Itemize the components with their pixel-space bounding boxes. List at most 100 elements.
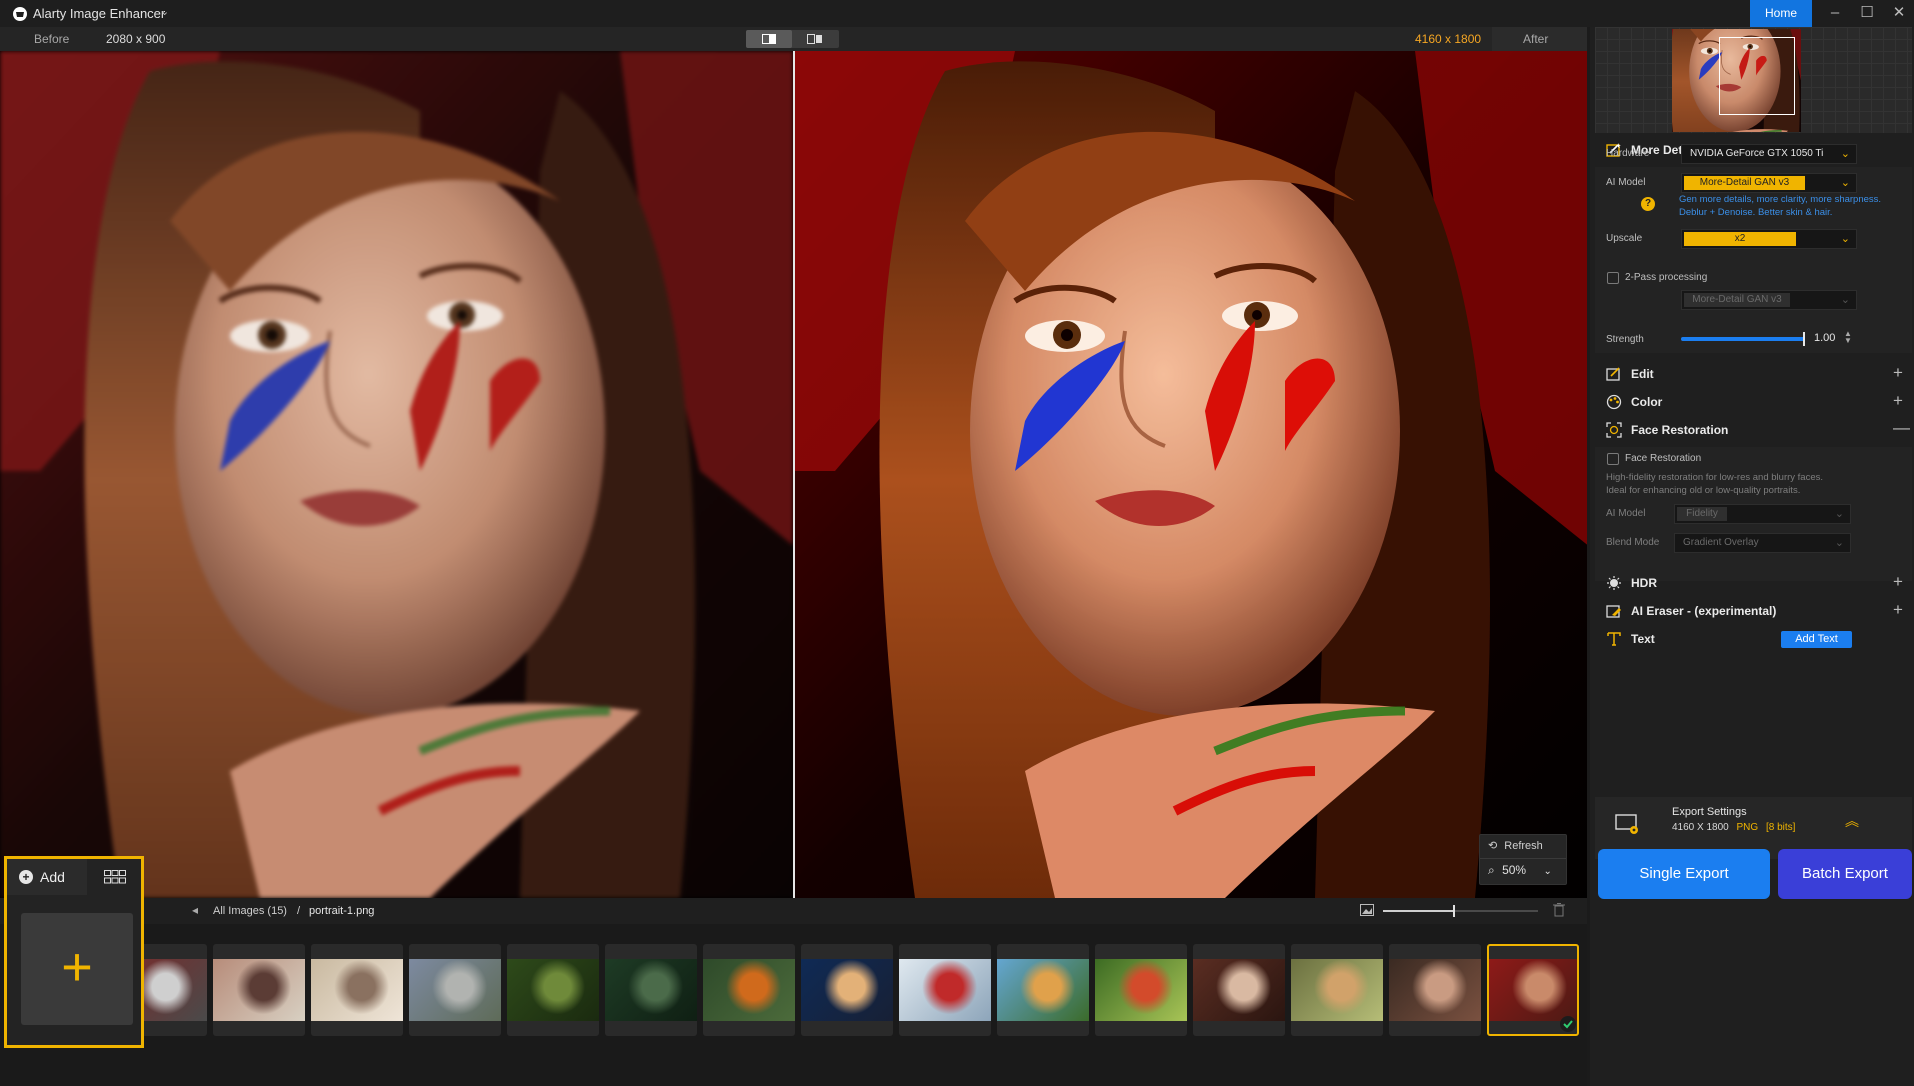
face-restoration-checkbox[interactable] xyxy=(1607,453,1619,465)
view-mode-toggle xyxy=(746,30,839,48)
strength-slider-fill xyxy=(1681,337,1805,341)
thumb-family xyxy=(213,959,305,1021)
ai-model-dropdown[interactable]: More-Detail GAN v3 ⌄ xyxy=(1681,173,1857,193)
export-format: PNG xyxy=(1736,822,1759,833)
side-by-side-icon xyxy=(807,34,822,44)
home-button[interactable]: Home xyxy=(1750,0,1812,27)
thumb-red-plane xyxy=(899,959,991,1021)
thumbnail-size-slider[interactable] xyxy=(1383,905,1538,917)
section-face-restoration[interactable]: Face Restoration — xyxy=(1595,413,1912,447)
app-logo-icon xyxy=(13,7,27,21)
expand-icon[interactable]: + xyxy=(1893,572,1903,592)
export-settings-summary: 4160 X 1800 PNG [8 bits] xyxy=(1672,822,1795,833)
thumbnail-selected[interactable] xyxy=(1487,944,1579,1036)
upscale-label: Upscale xyxy=(1606,233,1643,244)
face-desc-line1: High-fidelity restoration for low-res an… xyxy=(1606,472,1824,483)
thumbnail[interactable] xyxy=(899,944,991,1036)
minimize-icon[interactable]: – xyxy=(1820,2,1850,24)
side-by-side-button[interactable] xyxy=(793,30,839,48)
thumbnail[interactable] xyxy=(1389,944,1481,1036)
thumbnail[interactable] xyxy=(1291,944,1383,1036)
add-label: Add xyxy=(40,869,65,885)
strength-stepper[interactable]: ▲ ▼ xyxy=(1844,330,1852,345)
add-button[interactable]: + Add xyxy=(7,859,87,895)
thumb-heron xyxy=(605,959,697,1021)
ai-model-label: AI Model xyxy=(1606,177,1646,188)
expand-icon[interactable]: + xyxy=(1893,600,1903,620)
compare-divider[interactable] xyxy=(793,51,795,898)
thumb-portrait-old xyxy=(1193,959,1285,1021)
two-pass-model-dropdown[interactable]: More-Detail GAN v3 ⌄ xyxy=(1681,290,1857,310)
batch-export-button[interactable]: Batch Export xyxy=(1778,849,1912,899)
ai-model-description: Gen more details, more clarity, more sha… xyxy=(1679,193,1881,219)
title-bar: Alarty Image Enhancer ⌄ Home – ☐ ✕ xyxy=(0,0,1914,27)
blend-mode-dropdown[interactable]: Gradient Overlay ⌄ xyxy=(1674,533,1851,553)
navigator-viewport[interactable] xyxy=(1719,37,1795,115)
chevron-down-icon: ⌄ xyxy=(1840,233,1850,245)
upscale-value: x2 xyxy=(1684,232,1796,246)
thumbnail[interactable] xyxy=(213,944,305,1036)
hardware-dropdown[interactable]: NVIDIA GeForce GTX 1050 Ti ⌄ xyxy=(1681,144,1857,164)
close-icon[interactable]: ✕ xyxy=(1884,2,1914,24)
chevron-down-icon[interactable]: ⌄ xyxy=(160,5,169,18)
filmstrip[interactable] xyxy=(0,924,1587,1086)
breadcrumb-all-images[interactable]: All Images (15) xyxy=(213,905,287,917)
upscale-dropdown[interactable]: x2 ⌄ xyxy=(1681,229,1857,249)
thumbnail[interactable] xyxy=(1095,944,1187,1036)
chevron-down-icon: ⌄ xyxy=(1543,866,1552,877)
slider-handle[interactable] xyxy=(1452,905,1455,917)
trash-icon[interactable] xyxy=(1553,903,1565,917)
thumbnail[interactable] xyxy=(801,944,893,1036)
slider-fill xyxy=(1383,910,1453,912)
add-text-button[interactable]: Add Text xyxy=(1781,631,1852,648)
ai-model-value: More-Detail GAN v3 xyxy=(1684,176,1805,190)
collapse-icon[interactable]: — xyxy=(1893,418,1910,438)
expand-icon[interactable]: + xyxy=(1893,391,1903,411)
face-ai-model-dropdown[interactable]: Fidelity ⌄ xyxy=(1674,504,1851,524)
export-dimensions: 4160 X 1800 xyxy=(1672,822,1729,833)
navigator-preview[interactable] xyxy=(1595,27,1912,133)
thumb-plant xyxy=(507,959,599,1021)
breadcrumb-separator: / xyxy=(297,905,301,917)
thumb-wedding xyxy=(311,959,403,1021)
strength-slider[interactable] xyxy=(1681,332,1805,346)
thumbnail[interactable] xyxy=(507,944,599,1036)
add-image-tile[interactable]: + xyxy=(21,913,133,1025)
app-title[interactable]: Alarty Image Enhancer xyxy=(33,6,165,21)
thumbnail[interactable] xyxy=(409,944,501,1036)
strength-slider-handle[interactable] xyxy=(1803,332,1805,346)
strength-value[interactable]: 1.00 xyxy=(1814,332,1835,344)
face-ai-model-value: Fidelity xyxy=(1677,507,1727,521)
add-circle-icon: + xyxy=(19,870,33,884)
two-pass-checkbox[interactable] xyxy=(1607,272,1619,284)
section-title: Color xyxy=(1631,395,1663,409)
before-label: Before xyxy=(34,32,70,46)
section-text[interactable]: Text Add Text xyxy=(1595,622,1912,656)
thumbnail[interactable] xyxy=(311,944,403,1036)
edit-icon xyxy=(1606,367,1620,381)
help-icon[interactable]: ? xyxy=(1641,197,1655,211)
split-view-button[interactable] xyxy=(746,30,792,48)
export-settings-title: Export Settings xyxy=(1672,806,1747,818)
zoom-value: 50% xyxy=(1502,863,1527,877)
expand-icon[interactable]: + xyxy=(1893,363,1903,383)
thumbnail[interactable] xyxy=(703,944,795,1036)
view-bar: Before 2080 x 900 4160 x 1800 After xyxy=(0,27,1587,51)
thumb-illustration xyxy=(997,959,1089,1021)
grid-view-icon[interactable] xyxy=(104,870,126,884)
preview-area[interactable]: ⟲ Refresh ⌕ 50% ⌄ xyxy=(0,51,1587,898)
maximize-icon[interactable]: ☐ xyxy=(1852,2,1882,24)
hardware-value: NVIDIA GeForce GTX 1050 Ti xyxy=(1690,148,1824,159)
refresh-button[interactable]: ⟲ Refresh xyxy=(1488,839,1543,852)
section-title: AI Eraser - (experimental) xyxy=(1631,604,1777,618)
palette-icon xyxy=(1606,394,1622,410)
back-arrow-icon[interactable]: ◂ xyxy=(192,903,198,917)
thumb-child xyxy=(703,959,795,1021)
single-export-button[interactable]: Single Export xyxy=(1598,849,1770,899)
chevron-up-icon[interactable]: ︽ xyxy=(1845,811,1859,831)
thumbnail[interactable] xyxy=(997,944,1089,1036)
thumbnail[interactable] xyxy=(1193,944,1285,1036)
thumbnail[interactable] xyxy=(605,944,697,1036)
zoom-select[interactable]: ⌕ 50% ⌄ xyxy=(1488,863,1552,878)
thumb-dog-blue xyxy=(801,959,893,1021)
